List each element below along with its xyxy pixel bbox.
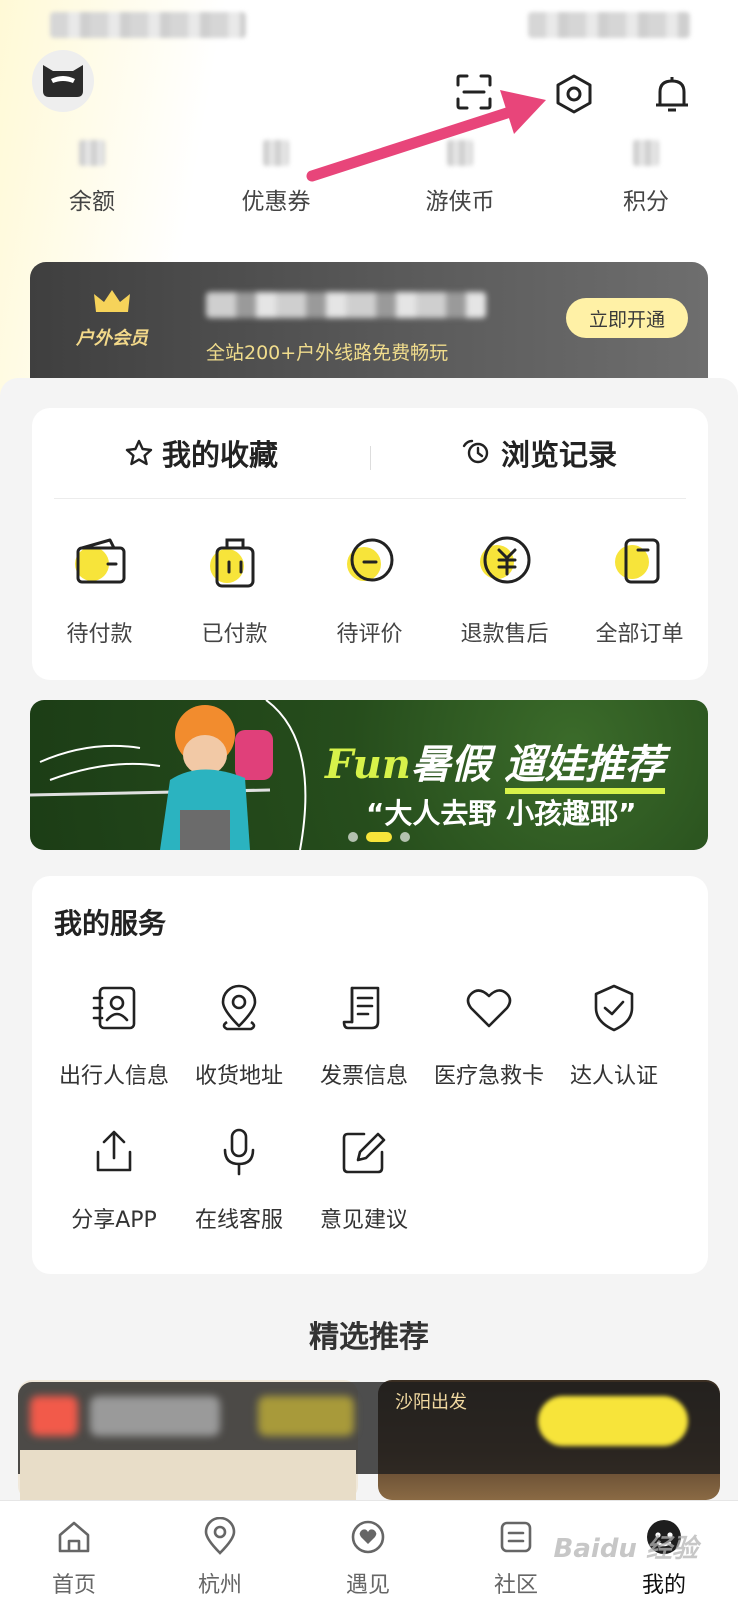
annotation-arrow [306, 90, 546, 182]
vip-description: 全站200+户外线路免费畅玩 [206, 342, 449, 364]
banner-title-highlight: 遛娃推荐 [504, 742, 665, 794]
carousel-dot[interactable] [400, 832, 410, 842]
vip-membership-card[interactable]: 户外会员 全站200+户外线路免费畅玩 立即开通 [30, 262, 708, 382]
service-label: 在线客服 [194, 1208, 283, 1233]
invoice-icon [342, 986, 380, 1030]
recommend-blurred-button [538, 1396, 688, 1446]
order-label: 退款售后 [460, 622, 549, 647]
services-card: 我的服务 出行人信息 收货地址 发票信息 医疗急救卡 达人认证 分享APP 在线… [32, 876, 708, 1274]
shield-check-icon [594, 984, 634, 1032]
services-title: 我的服务 [54, 907, 167, 940]
tab-label: 杭州 [197, 1573, 242, 1598]
heart-icon [466, 989, 512, 1028]
order-label: 待付款 [66, 622, 133, 647]
order-label: 全部订单 [595, 622, 684, 647]
service-expert-certification[interactable]: 达人认证 [550, 982, 678, 1090]
vip-activate-button[interactable]: 立即开通 [566, 298, 688, 338]
crown-icon [94, 290, 130, 312]
tab-city[interactable]: 杭州 [172, 1516, 268, 1599]
vip-title-blurred [206, 292, 486, 318]
orders-card: 我的收藏 浏览记录 待付款 已付款 待评价 退款售后 全部订单 [32, 408, 708, 680]
service-label: 出行人信息 [58, 1064, 169, 1089]
history-icon [462, 439, 489, 464]
service-traveler-info[interactable]: 出行人信息 [50, 982, 178, 1090]
wallet-icon [74, 538, 125, 584]
card-divider [54, 498, 686, 499]
tab-home[interactable]: 首页 [26, 1517, 122, 1599]
tab-label: 首页 [51, 1573, 96, 1598]
vip-badge: 户外会员 [52, 286, 172, 350]
service-invoice[interactable]: 发票信息 [300, 982, 428, 1090]
service-medical-card[interactable]: 医疗急救卡 [425, 982, 553, 1090]
share-icon [96, 1130, 132, 1172]
location-pin-icon [204, 1516, 236, 1555]
order-paid[interactable]: 已付款 [167, 530, 302, 648]
promo-banner[interactable]: Fun暑假 遛娃推荐 “大人去野 小孩趣耶” [30, 700, 708, 850]
order-all[interactable]: 全部订单 [572, 530, 707, 648]
service-feedback[interactable]: 意见建议 [300, 1126, 428, 1234]
edit-icon [342, 1132, 386, 1174]
comment-icon [346, 538, 393, 582]
service-label: 发票信息 [319, 1064, 408, 1089]
favorites-label: 我的收藏 [161, 438, 278, 472]
meet-icon [351, 1520, 385, 1554]
banner-title: Fun暑假 遛娃推荐 [325, 732, 665, 794]
star-icon [125, 439, 153, 466]
order-to-review[interactable]: 待评价 [302, 530, 437, 648]
service-share-app[interactable]: 分享APP [50, 1126, 178, 1234]
watermark: Baidu 经验 [553, 1534, 698, 1564]
traveler-info-icon [92, 986, 136, 1030]
home-icon [58, 1521, 90, 1553]
order-label: 已付款 [201, 622, 268, 647]
service-label: 医疗急救卡 [433, 1064, 544, 1089]
carousel-dot[interactable] [348, 832, 358, 842]
service-label: 分享APP [71, 1208, 157, 1233]
bag-icon [209, 538, 254, 588]
service-online-support[interactable]: 在线客服 [175, 1126, 303, 1234]
banner-subtitle: “大人去野 小孩趣耶” [366, 797, 637, 830]
carousel-indicator [348, 832, 410, 842]
service-label: 达人认证 [569, 1064, 658, 1089]
recommend-card-label: 沙阳出发 [395, 1392, 467, 1413]
community-icon [500, 1521, 532, 1553]
order-pending-payment[interactable]: 待付款 [32, 530, 167, 648]
tab-meet[interactable]: 遇见 [320, 1517, 416, 1599]
banner-title-fun: Fun [325, 741, 411, 788]
microphone-icon [223, 1128, 255, 1176]
favorites-tab[interactable]: 我的收藏 [32, 432, 370, 474]
banner-title-main: 暑假 [410, 742, 505, 788]
vip-badge-label: 户外会员 [76, 328, 148, 349]
tab-community[interactable]: 社区 [468, 1517, 564, 1599]
service-label: 收货地址 [194, 1064, 283, 1089]
tab-label: 我的 [641, 1573, 686, 1598]
recommend-card-image [20, 1450, 356, 1502]
service-shipping-address[interactable]: 收货地址 [175, 982, 303, 1090]
recommend-blurred-tag [30, 1396, 78, 1436]
history-label: 浏览记录 [500, 438, 617, 472]
order-refund[interactable]: 退款售后 [437, 530, 572, 648]
orders-icon [614, 538, 659, 584]
location-icon [221, 984, 257, 1031]
recommend-blurred-price [258, 1396, 354, 1436]
recommend-title: 精选推荐 [309, 1320, 429, 1355]
tab-label: 社区 [493, 1573, 538, 1598]
history-tab[interactable]: 浏览记录 [370, 432, 708, 474]
refund-icon [479, 536, 530, 584]
service-label: 意见建议 [319, 1208, 408, 1233]
banner-photo-child [30, 700, 307, 850]
tab-label: 遇见 [345, 1573, 390, 1598]
recommend-blurred-text [90, 1396, 220, 1436]
carousel-dot-active[interactable] [366, 832, 392, 842]
order-label: 待评价 [336, 622, 403, 647]
